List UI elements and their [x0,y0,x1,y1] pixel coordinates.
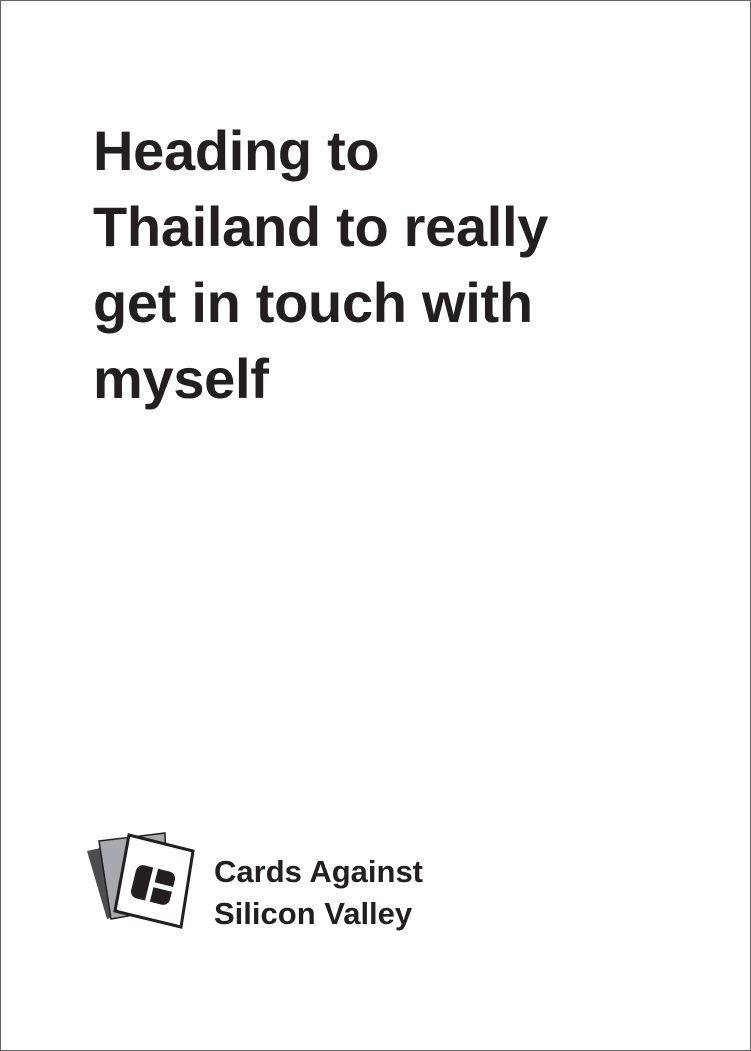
brand-name: Cards Against Silicon Valley [214,851,423,935]
white-card: Heading to Thailand to really get in tou… [0,0,751,1051]
brand-line-1: Cards Against [214,854,424,889]
stacked-cards-logo-icon [87,832,195,929]
card-text-line: get in touch with [93,271,533,334]
brand-line-2: Silicon Valley [214,896,413,931]
card-text-line: myself [93,347,269,410]
card-text: Heading to Thailand to really get in tou… [93,113,653,417]
card-text-line: Thailand to really [93,195,549,258]
card-text-line: Heading to [93,119,380,182]
